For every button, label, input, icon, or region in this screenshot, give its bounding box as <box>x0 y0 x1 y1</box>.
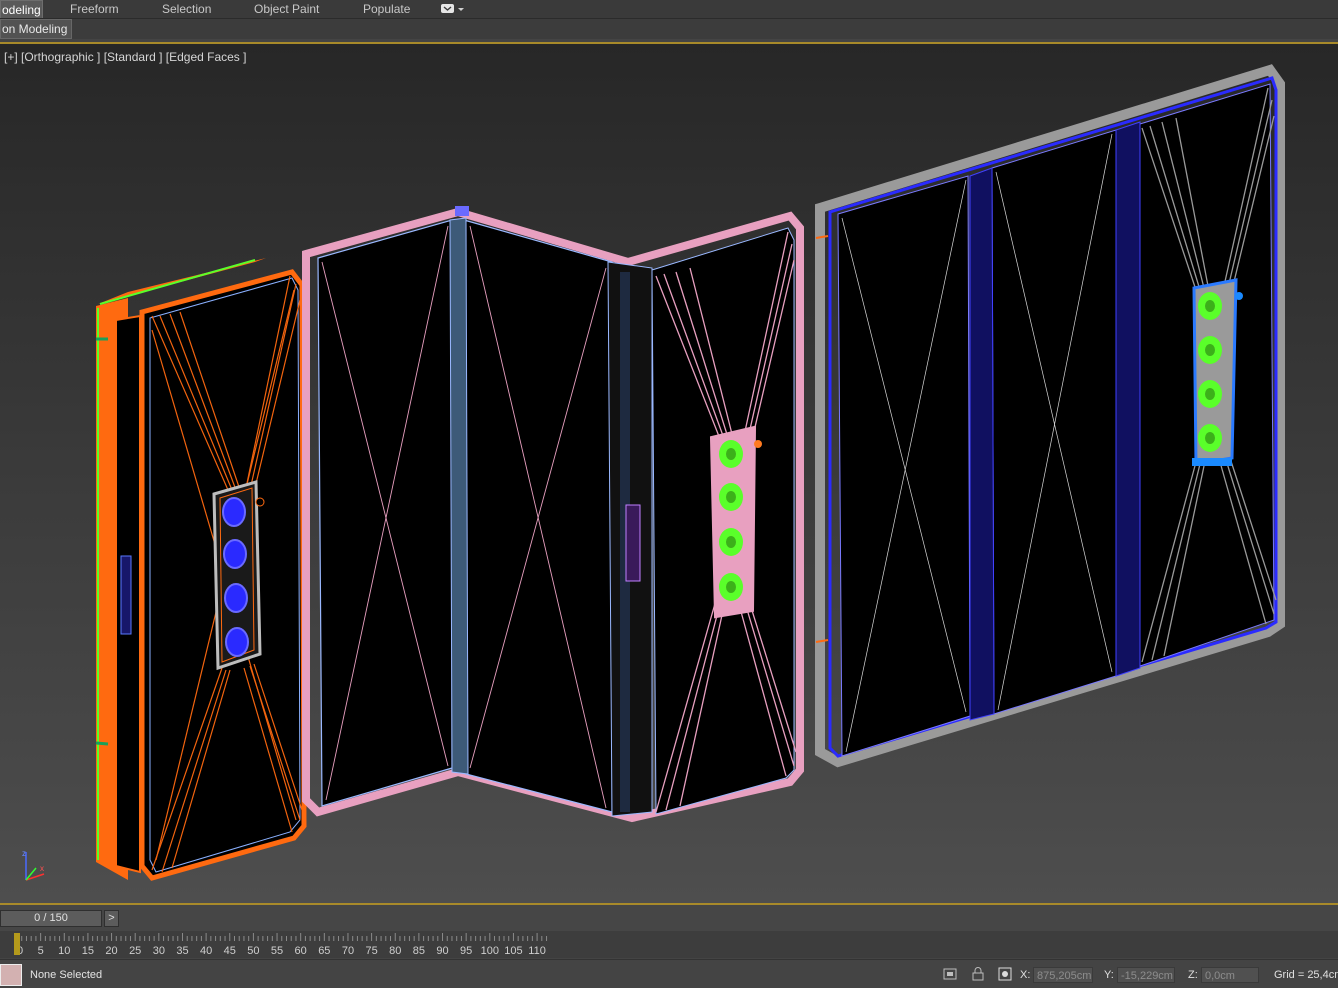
track-tick-label: 60 <box>295 945 307 957</box>
ribbon-panel-bar: on Modeling <box>0 19 1338 39</box>
svg-text:z: z <box>22 849 26 858</box>
track-tick-label: 30 <box>153 945 165 957</box>
maxscript-listener-swatch[interactable] <box>0 964 22 986</box>
dropdown-icon[interactable] <box>440 3 466 15</box>
y-coordinate-field[interactable]: -15,229cm <box>1117 967 1175 983</box>
track-tick-label: 45 <box>224 945 236 957</box>
tab-object-paint[interactable]: Object Paint <box>254 0 319 18</box>
phone-pink[interactable] <box>302 206 804 823</box>
axis-gizmo-icon: z x <box>22 849 45 881</box>
time-slider[interactable]: 0 / 150 <box>0 910 102 927</box>
track-tick-label: 90 <box>436 945 448 957</box>
track-tick-label: 85 <box>413 945 425 957</box>
track-tick-label: 105 <box>504 945 522 957</box>
track-tick-label: 50 <box>247 945 259 957</box>
tab-populate[interactable]: Populate <box>363 0 410 18</box>
tab-freeform[interactable]: Freeform <box>70 0 119 18</box>
track-tick-label: 95 <box>460 945 472 957</box>
selection-status: None Selected <box>30 969 103 981</box>
track-tick-label: 100 <box>481 945 499 957</box>
track-tick-label: 40 <box>200 945 212 957</box>
y-label: Y: <box>1104 969 1114 981</box>
track-tick-label: 20 <box>105 945 117 957</box>
polygon-modeling-button[interactable]: on Modeling <box>0 19 73 39</box>
time-slider-bar: 0 / 150 > <box>0 905 1338 931</box>
track-tick-label: 25 <box>129 945 141 957</box>
grid-size: Grid = 25,4cm <box>1274 969 1338 981</box>
track-tick-label: 35 <box>176 945 188 957</box>
track-bar[interactable]: 0510152025303540455055606570758085909510… <box>0 931 1338 958</box>
viewport-perspective[interactable]: [+] [Orthographic ] [Standard ] [Edged F… <box>0 44 1338 904</box>
x-coordinate-field[interactable]: 875,205cm <box>1033 967 1093 983</box>
track-tick-label: 110 <box>528 945 546 957</box>
tab-modeling[interactable]: odeling <box>0 0 43 18</box>
phone-orange[interactable] <box>95 258 307 881</box>
x-label: X: <box>1020 969 1031 981</box>
ribbon-tab-bar: odeling Freeform Selection Object Paint … <box>0 0 1338 19</box>
track-tick-label: 80 <box>389 945 401 957</box>
z-label: Z: <box>1188 969 1198 981</box>
status-bar: None Selected X: 875,205cm Y: -15,229cm … <box>0 959 1338 988</box>
track-tick-label: 10 <box>58 945 70 957</box>
lock-icon[interactable] <box>970 966 986 982</box>
track-ruler[interactable]: 0510152025303540455055606570758085909510… <box>0 931 1338 958</box>
next-frame-button[interactable]: > <box>104 910 119 927</box>
transform-icon[interactable] <box>997 966 1013 982</box>
current-frame-marker[interactable] <box>14 933 20 955</box>
track-tick-label: 55 <box>271 945 283 957</box>
isolate-icon[interactable] <box>942 966 958 982</box>
track-tick-label: 15 <box>82 945 94 957</box>
scene-wireframe[interactable]: z x <box>0 44 1338 904</box>
z-coordinate-field[interactable]: 0,0cm <box>1201 967 1259 983</box>
track-tick-label: 75 <box>365 945 377 957</box>
track-tick-label: 70 <box>342 945 354 957</box>
svg-text:x: x <box>40 864 44 873</box>
phone-grey[interactable] <box>815 64 1285 768</box>
track-tick-label: 5 <box>38 945 44 957</box>
track-tick-label: 65 <box>318 945 330 957</box>
tab-selection[interactable]: Selection <box>162 0 211 18</box>
